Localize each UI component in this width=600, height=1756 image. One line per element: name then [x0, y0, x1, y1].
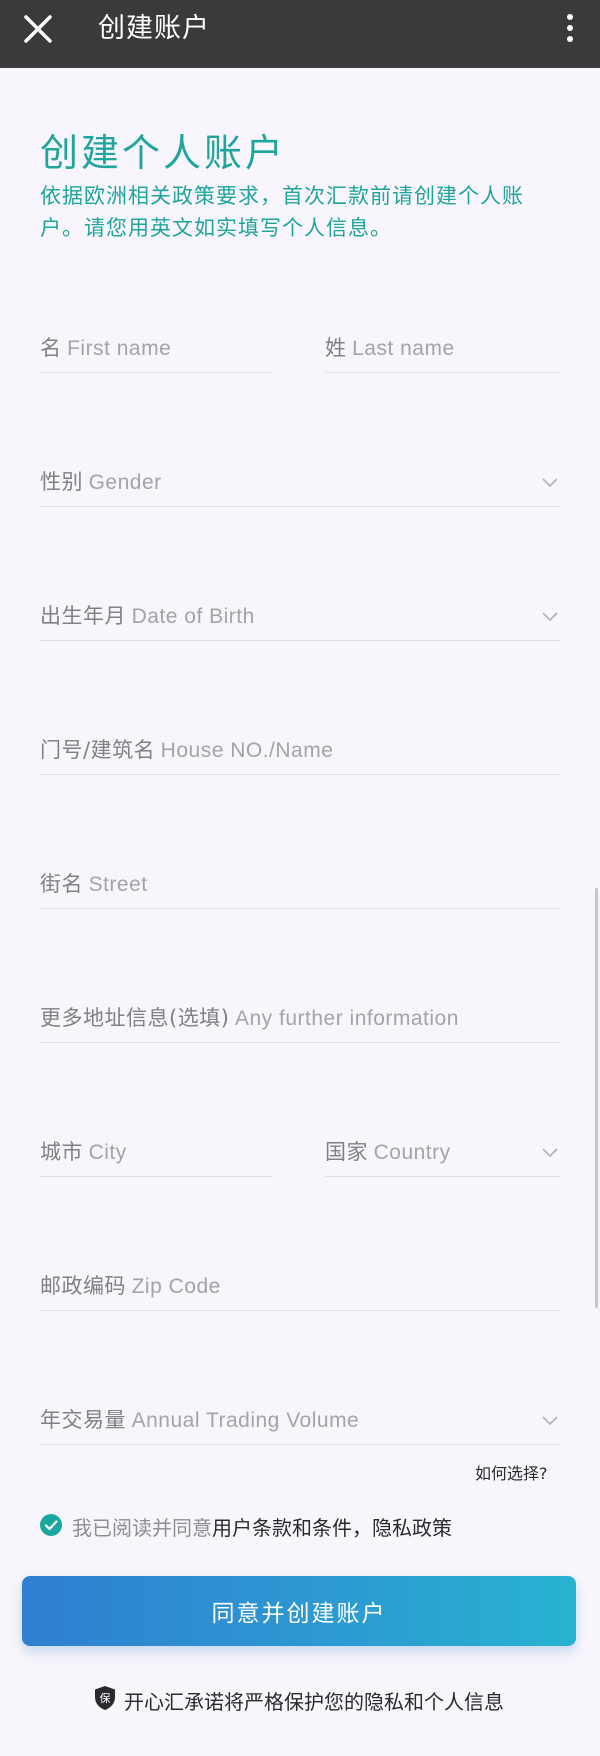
- dob-select[interactable]: 出生年月 Date of Birth: [40, 600, 560, 641]
- house-placeholder: 门号/建筑名 House NO./Name: [40, 738, 334, 762]
- city-placeholder: 城市 City: [40, 1140, 127, 1164]
- how-to-choose-link[interactable]: 如何选择?: [475, 1460, 548, 1484]
- country-placeholder: 国家 Country: [325, 1140, 451, 1164]
- shield-icon: 保: [95, 1686, 115, 1710]
- zip-code-field[interactable]: 邮政编码 Zip Code: [40, 1270, 560, 1311]
- agree-checkbox[interactable]: [40, 1514, 62, 1536]
- gender-placeholder: 性别 Gender: [40, 470, 162, 494]
- privacy-note-text: 开心汇承诺将严格保护您的隐私和个人信息: [124, 1690, 504, 1714]
- gender-select[interactable]: 性别 Gender: [40, 466, 560, 507]
- chevron-down-icon: [542, 1148, 558, 1158]
- terms-link[interactable]: 用户条款和条件: [212, 1516, 352, 1540]
- svg-text:保: 保: [100, 1691, 111, 1705]
- chevron-down-icon: [542, 612, 558, 622]
- trading-volume-placeholder: 年交易量 Annual Trading Volume: [40, 1408, 360, 1432]
- page-title: 创建个人账户: [40, 131, 287, 175]
- agreement-prefix: 我已阅读并同意: [72, 1516, 212, 1540]
- further-info-field[interactable]: 更多地址信息(选填) Any further information: [40, 1002, 560, 1043]
- agreement-separator: ，: [352, 1516, 372, 1540]
- street-field[interactable]: 街名 Street: [40, 868, 560, 909]
- topbar-title: 创建账户: [98, 13, 210, 44]
- chevron-down-icon: [542, 478, 558, 488]
- page-description: 依据欧洲相关政策要求，首次汇款前请创建个人账户。请您用英文如实填写个人信息。: [40, 184, 524, 240]
- create-account-button[interactable]: 同意并创建账户: [22, 1576, 576, 1646]
- agreement-text: 我已阅读并同意用户条款和条件，隐私政策: [72, 1512, 452, 1541]
- city-field[interactable]: 城市 City: [40, 1136, 272, 1177]
- last-name-field[interactable]: 姓 Last name: [325, 332, 560, 373]
- top-bar: 创建账户: [0, 0, 600, 68]
- scrollbar[interactable]: [595, 888, 598, 1308]
- first-name-field[interactable]: 名 First name: [40, 332, 272, 373]
- dob-placeholder: 出生年月 Date of Birth: [40, 604, 255, 628]
- check-icon: [44, 1520, 58, 1531]
- more-vertical-icon[interactable]: [558, 12, 582, 48]
- trading-volume-select[interactable]: 年交易量 Annual Trading Volume: [40, 1404, 560, 1445]
- country-select[interactable]: 国家 Country: [325, 1136, 560, 1177]
- house-field[interactable]: 门号/建筑名 House NO./Name: [40, 734, 560, 775]
- zip-code-placeholder: 邮政编码 Zip Code: [40, 1274, 221, 1298]
- last-name-placeholder: 姓 Last name: [325, 336, 455, 360]
- chevron-down-icon: [542, 1416, 558, 1426]
- close-icon[interactable]: [20, 13, 56, 49]
- privacy-policy-link[interactable]: 隐私政策: [372, 1516, 452, 1540]
- further-info-placeholder: 更多地址信息(选填) Any further information: [40, 1006, 459, 1030]
- street-placeholder: 街名 Street: [40, 872, 148, 896]
- first-name-placeholder: 名 First name: [40, 336, 172, 360]
